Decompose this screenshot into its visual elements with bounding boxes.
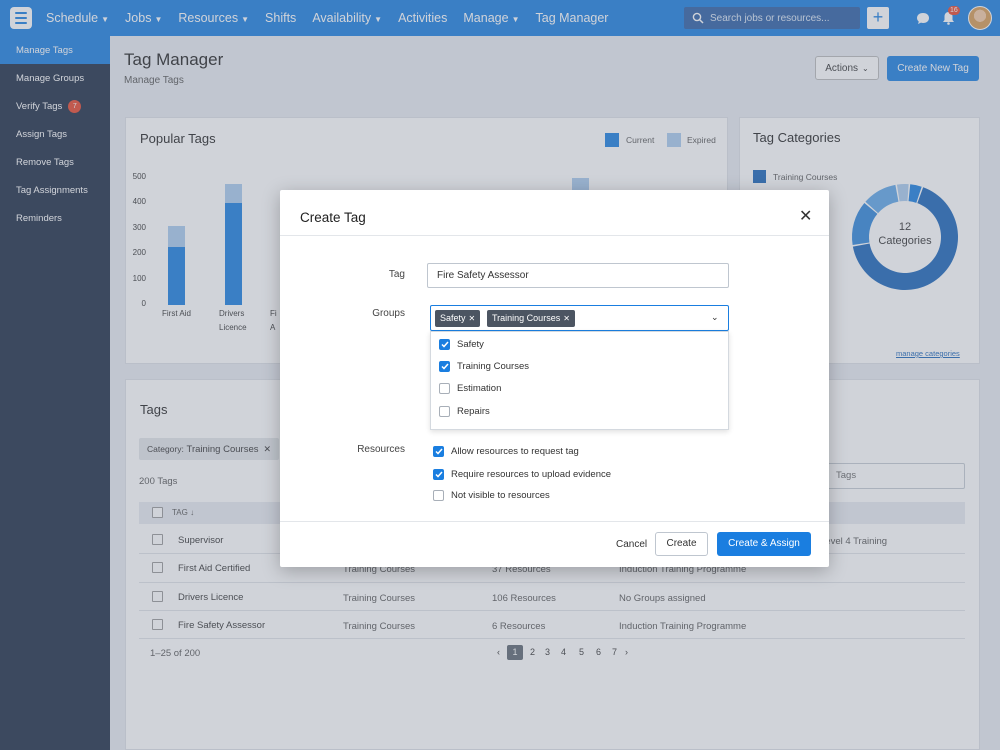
checkbox-unchecked-icon[interactable] — [433, 489, 444, 501]
tag-label: Tag — [388, 269, 405, 280]
groups-label: Groups — [372, 308, 405, 319]
groups-dropdown: Safety Training Courses Estimation Repai… — [430, 331, 729, 430]
create-tag-modal: Create Tag ✕ Tag Fire Safety Assessor Gr… — [280, 190, 829, 567]
group-chip-training-courses: Training Courses ✕ — [487, 310, 575, 327]
group-option-training-courses[interactable]: Training Courses — [439, 359, 529, 373]
close-icon[interactable]: ✕ — [799, 209, 812, 225]
create-button[interactable]: Create — [655, 532, 708, 556]
create-and-assign-button[interactable]: Create & Assign — [717, 532, 811, 556]
remove-chip-icon[interactable]: ✕ — [563, 314, 570, 323]
allow-request-option[interactable]: Allow resources to request tag — [433, 444, 579, 458]
not-visible-option[interactable]: Not visible to resources — [433, 488, 550, 502]
group-chip-safety: Safety ✕ — [435, 310, 481, 327]
cancel-button[interactable]: Cancel — [616, 539, 647, 550]
checkbox-checked-icon[interactable] — [433, 445, 444, 457]
checkbox-checked-icon[interactable] — [439, 338, 450, 350]
group-option-estimation[interactable]: Estimation — [439, 381, 501, 395]
resources-label: Resources — [357, 444, 405, 455]
group-option-safety[interactable]: Safety — [439, 337, 484, 351]
tag-name-input[interactable]: Fire Safety Assessor — [427, 263, 729, 288]
groups-select[interactable]: Safety ✕ Training Courses ✕ ⌄ — [430, 305, 729, 331]
checkbox-unchecked-icon[interactable] — [439, 405, 450, 417]
require-evidence-option[interactable]: Require resources to upload evidence — [433, 467, 611, 481]
chevron-down-icon[interactable]: ⌄ — [711, 312, 719, 323]
checkbox-checked-icon[interactable] — [433, 468, 444, 480]
checkbox-checked-icon[interactable] — [439, 360, 450, 372]
modal-title: Create Tag — [300, 210, 366, 225]
remove-chip-icon[interactable]: ✕ — [469, 314, 476, 323]
checkbox-unchecked-icon[interactable] — [439, 382, 450, 394]
group-option-repairs[interactable]: Repairs — [439, 404, 490, 418]
